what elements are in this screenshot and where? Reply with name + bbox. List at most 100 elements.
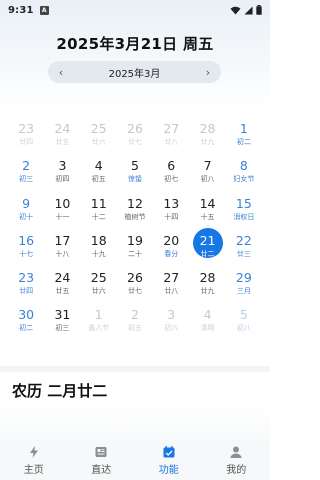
lunar-label: 廿六 — [91, 138, 106, 146]
calendar-icon — [162, 445, 176, 459]
day-number: 29 — [235, 270, 252, 286]
day-number: 9 — [22, 195, 31, 211]
tab-mine[interactable]: 我的 — [203, 440, 271, 480]
calendar-day-selected[interactable]: 21 廿二 — [189, 228, 225, 265]
calendar-day[interactable]: 10 十一 — [44, 191, 80, 228]
calendar-day[interactable]: 14 十五 — [189, 191, 225, 228]
lunar-label: 初二 — [236, 138, 251, 146]
calendar-day[interactable]: 5 惊蛰 — [117, 153, 153, 190]
lunar-label: 十二 — [91, 212, 106, 221]
calendar-day[interactable]: 25 廿六 — [81, 116, 117, 153]
calendar-day[interactable]: 13 十四 — [153, 191, 189, 228]
bottom-tab-bar: 主页 直达 功能 我的 — [0, 440, 270, 480]
day-number: 24 — [54, 270, 71, 286]
status-time: 9:31 — [8, 4, 34, 16]
lunar-label: 廿三 — [236, 249, 251, 258]
calendar-day[interactable]: 4 清明 — [189, 302, 225, 339]
day-number: 1 — [94, 307, 103, 323]
day-number: 4 — [94, 158, 103, 174]
lunar-label: 十七 — [19, 249, 34, 258]
lunar-label: 二十 — [127, 249, 142, 258]
day-number: 23 — [18, 270, 35, 286]
lunar-label: 廿八 — [164, 138, 179, 146]
day-number: 18 — [90, 232, 107, 248]
tab-home[interactable]: 主页 — [0, 440, 68, 480]
day-number: 23 — [18, 121, 35, 136]
day-number: 4 — [203, 307, 212, 323]
calendar-day[interactable]: 23 廿四 — [8, 116, 44, 153]
calendar-day[interactable]: 7 初八 — [189, 153, 225, 190]
calendar-day[interactable]: 30 初二 — [8, 302, 44, 339]
day-number: 27 — [163, 121, 180, 136]
calendar-day[interactable]: 12 植树节 — [117, 191, 153, 228]
calendar-day[interactable]: 4 初五 — [81, 153, 117, 190]
calendar-day[interactable]: 26 廿七 — [117, 265, 153, 302]
day-number: 13 — [163, 195, 180, 211]
lunar-label: 植树节 — [124, 212, 146, 221]
calendar-day[interactable]: 17 十八 — [44, 228, 80, 265]
day-number: 14 — [199, 195, 216, 211]
notification-badge-icon: A — [39, 5, 49, 15]
chevron-right-icon[interactable]: › — [203, 66, 213, 79]
calendar-day[interactable]: 1 愚人节 — [81, 302, 117, 339]
calendar-grid: 23 廿四 24 廿五 25 廿六 26 廿七 27 廿八 28 廿九 1 初二 2 初三 3 初四 4 初五 5 惊蛰 6… — [8, 116, 262, 340]
calendar-day[interactable]: 24 廿五 — [44, 116, 80, 153]
calendar-day[interactable]: 6 初七 — [153, 153, 189, 190]
lunar-label: 初八 — [200, 175, 215, 184]
calendar-day[interactable]: 9 初十 — [8, 191, 44, 228]
month-label[interactable]: 2025年3月 — [109, 65, 161, 80]
status-bar: 9:31 A — [0, 0, 270, 20]
calendar-day[interactable]: 16 十七 — [8, 228, 44, 265]
section-divider — [0, 366, 270, 372]
lunar-label: 初五 — [91, 175, 106, 184]
calendar-day[interactable]: 1 初二 — [226, 116, 262, 153]
day-number: 20 — [163, 232, 180, 248]
calendar-day[interactable]: 5 初八 — [226, 302, 262, 339]
calendar-day[interactable]: 24 廿五 — [44, 265, 80, 302]
calendar-day[interactable]: 8 妇女节 — [226, 153, 262, 190]
lunar-label: 廿八 — [164, 287, 179, 296]
day-number: 16 — [18, 232, 35, 248]
lunar-label: 十四 — [164, 212, 179, 221]
calendar-day[interactable]: 27 廿八 — [153, 116, 189, 153]
tab-functions[interactable]: 功能 — [135, 440, 203, 480]
calendar-day[interactable]: 11 十二 — [81, 191, 117, 228]
lunar-label: 春分 — [164, 249, 179, 258]
day-number: 17 — [54, 232, 71, 248]
calendar-day[interactable]: 15 消权日 — [226, 191, 262, 228]
chevron-left-icon[interactable]: ‹ — [56, 66, 66, 79]
day-number: 30 — [18, 307, 35, 323]
day-number: 27 — [163, 270, 180, 286]
calendar-day[interactable]: 3 初六 — [153, 302, 189, 339]
lunar-label: 清明 — [200, 324, 215, 333]
calendar-day[interactable]: 26 廿七 — [117, 116, 153, 153]
calendar-day[interactable]: 20 春分 — [153, 228, 189, 265]
calendar-day[interactable]: 18 十九 — [81, 228, 117, 265]
calendar-day[interactable]: 28 廿九 — [189, 116, 225, 153]
calendar-day[interactable]: 19 二十 — [117, 228, 153, 265]
news-icon — [94, 445, 108, 459]
calendar-day[interactable]: 28 廿九 — [189, 265, 225, 302]
day-number: 19 — [127, 232, 143, 248]
calendar-day[interactable]: 25 廿六 — [81, 265, 117, 302]
person-icon — [229, 445, 243, 459]
calendar-day[interactable]: 31 初三 — [44, 302, 80, 339]
calendar-day[interactable]: 22 廿三 — [226, 228, 262, 265]
lunar-label: 廿七 — [127, 287, 142, 296]
calendar-day[interactable]: 27 廿八 — [153, 265, 189, 302]
lunar-label: 消权日 — [233, 212, 255, 221]
lunar-label: 初六 — [164, 324, 179, 333]
lunar-label: 廿九 — [200, 287, 215, 296]
battery-icon — [256, 5, 262, 15]
day-number: 21 — [199, 232, 216, 248]
calendar-day[interactable]: 23 廿四 — [8, 265, 44, 302]
lunar-date-title: 农历 二月廿二 — [12, 382, 108, 400]
month-picker[interactable]: ‹ 2025年3月 › — [48, 61, 221, 83]
calendar-day[interactable]: 2 初三 — [8, 153, 44, 190]
calendar-day[interactable]: 3 初四 — [44, 153, 80, 190]
tab-direct[interactable]: 直达 — [68, 440, 136, 480]
day-number: 22 — [235, 232, 252, 248]
calendar-day[interactable]: 29 三月 — [226, 265, 262, 302]
calendar-day[interactable]: 2 初五 — [117, 302, 153, 339]
day-number: 10 — [54, 195, 71, 211]
